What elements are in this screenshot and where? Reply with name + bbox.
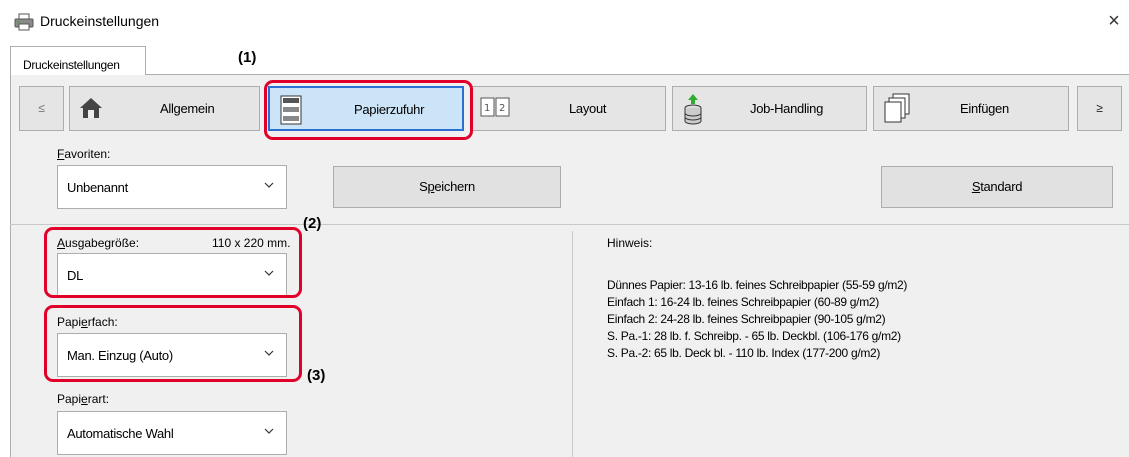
hint-label: Hinweis: [607, 236, 653, 250]
hint-line: Dünnes Papier: 13-16 lb. feines Schreibp… [607, 278, 908, 292]
svg-text:1: 1 [484, 103, 490, 114]
nav-next-button[interactable]: ≥ [1077, 86, 1122, 131]
paper-type-dropdown[interactable]: Automatische Wahl [57, 411, 287, 455]
chevron-down-icon [264, 182, 274, 188]
job-handling-icon [682, 93, 704, 128]
highlight-box-3 [44, 305, 302, 382]
hint-line: S. Pa.-1: 28 lb. f. Schreibp. - 65 lb. D… [607, 329, 901, 343]
nav-button-allgemein[interactable]: Allgemein [69, 86, 260, 131]
callout-3: (3) [307, 367, 326, 384]
callout-1: (1) [238, 49, 257, 66]
nav-button-job-handling[interactable]: Job-Handling [672, 86, 867, 131]
default-button[interactable]: Standard [881, 166, 1113, 208]
hint-line: S. Pa.-2: 65 lb. Deck bl. - 110 lb. Inde… [607, 346, 881, 360]
nav-label-einfuegen: Einfügen [960, 101, 1009, 116]
favorites-value: Unbenannt [67, 180, 128, 195]
nav-label-layout: Layout [569, 101, 607, 116]
favorites-dropdown[interactable]: Unbenannt [57, 165, 287, 209]
title-bar: Druckeinstellungen × [0, 0, 1129, 44]
nav-button-einfuegen[interactable]: Einfügen [873, 86, 1069, 131]
nav-prev-button[interactable]: ≤ [19, 86, 64, 131]
nav-label-allgemein: Allgemein [160, 101, 215, 116]
chevron-down-icon [264, 428, 274, 434]
paper-type-value: Automatische Wahl [67, 426, 174, 441]
home-icon [79, 97, 103, 122]
callout-2: (2) [303, 215, 322, 232]
nav-button-layout[interactable]: 12 Layout [470, 86, 666, 131]
vertical-divider [572, 231, 573, 457]
tab-druckeinstellungen[interactable]: Druckeinstellungen [10, 46, 146, 75]
layout-icon: 12 [480, 97, 510, 120]
close-icon[interactable]: × [1104, 9, 1124, 33]
hint-line: Einfach 2: 24-28 lb. feines Schreibpapie… [607, 312, 886, 326]
hint-line: Einfach 1: 16-24 lb. feines Schreibpapie… [607, 295, 879, 309]
svg-text:2: 2 [499, 103, 505, 114]
paper-type-label: Papierart: [57, 392, 110, 406]
section-divider [10, 224, 1129, 225]
save-button[interactable]: Speichern [333, 166, 561, 208]
highlight-box-2 [44, 227, 302, 298]
insert-pages-icon [883, 93, 911, 126]
favorites-label: Favoriten: [57, 147, 111, 161]
highlight-box-1 [264, 80, 473, 140]
printer-icon [14, 13, 34, 31]
window-title: Druckeinstellungen [40, 13, 160, 29]
nav-label-job-handling: Job-Handling [750, 101, 824, 116]
hint-text: Dünnes Papier: 13-16 lb. feines Schreibp… [607, 277, 907, 362]
